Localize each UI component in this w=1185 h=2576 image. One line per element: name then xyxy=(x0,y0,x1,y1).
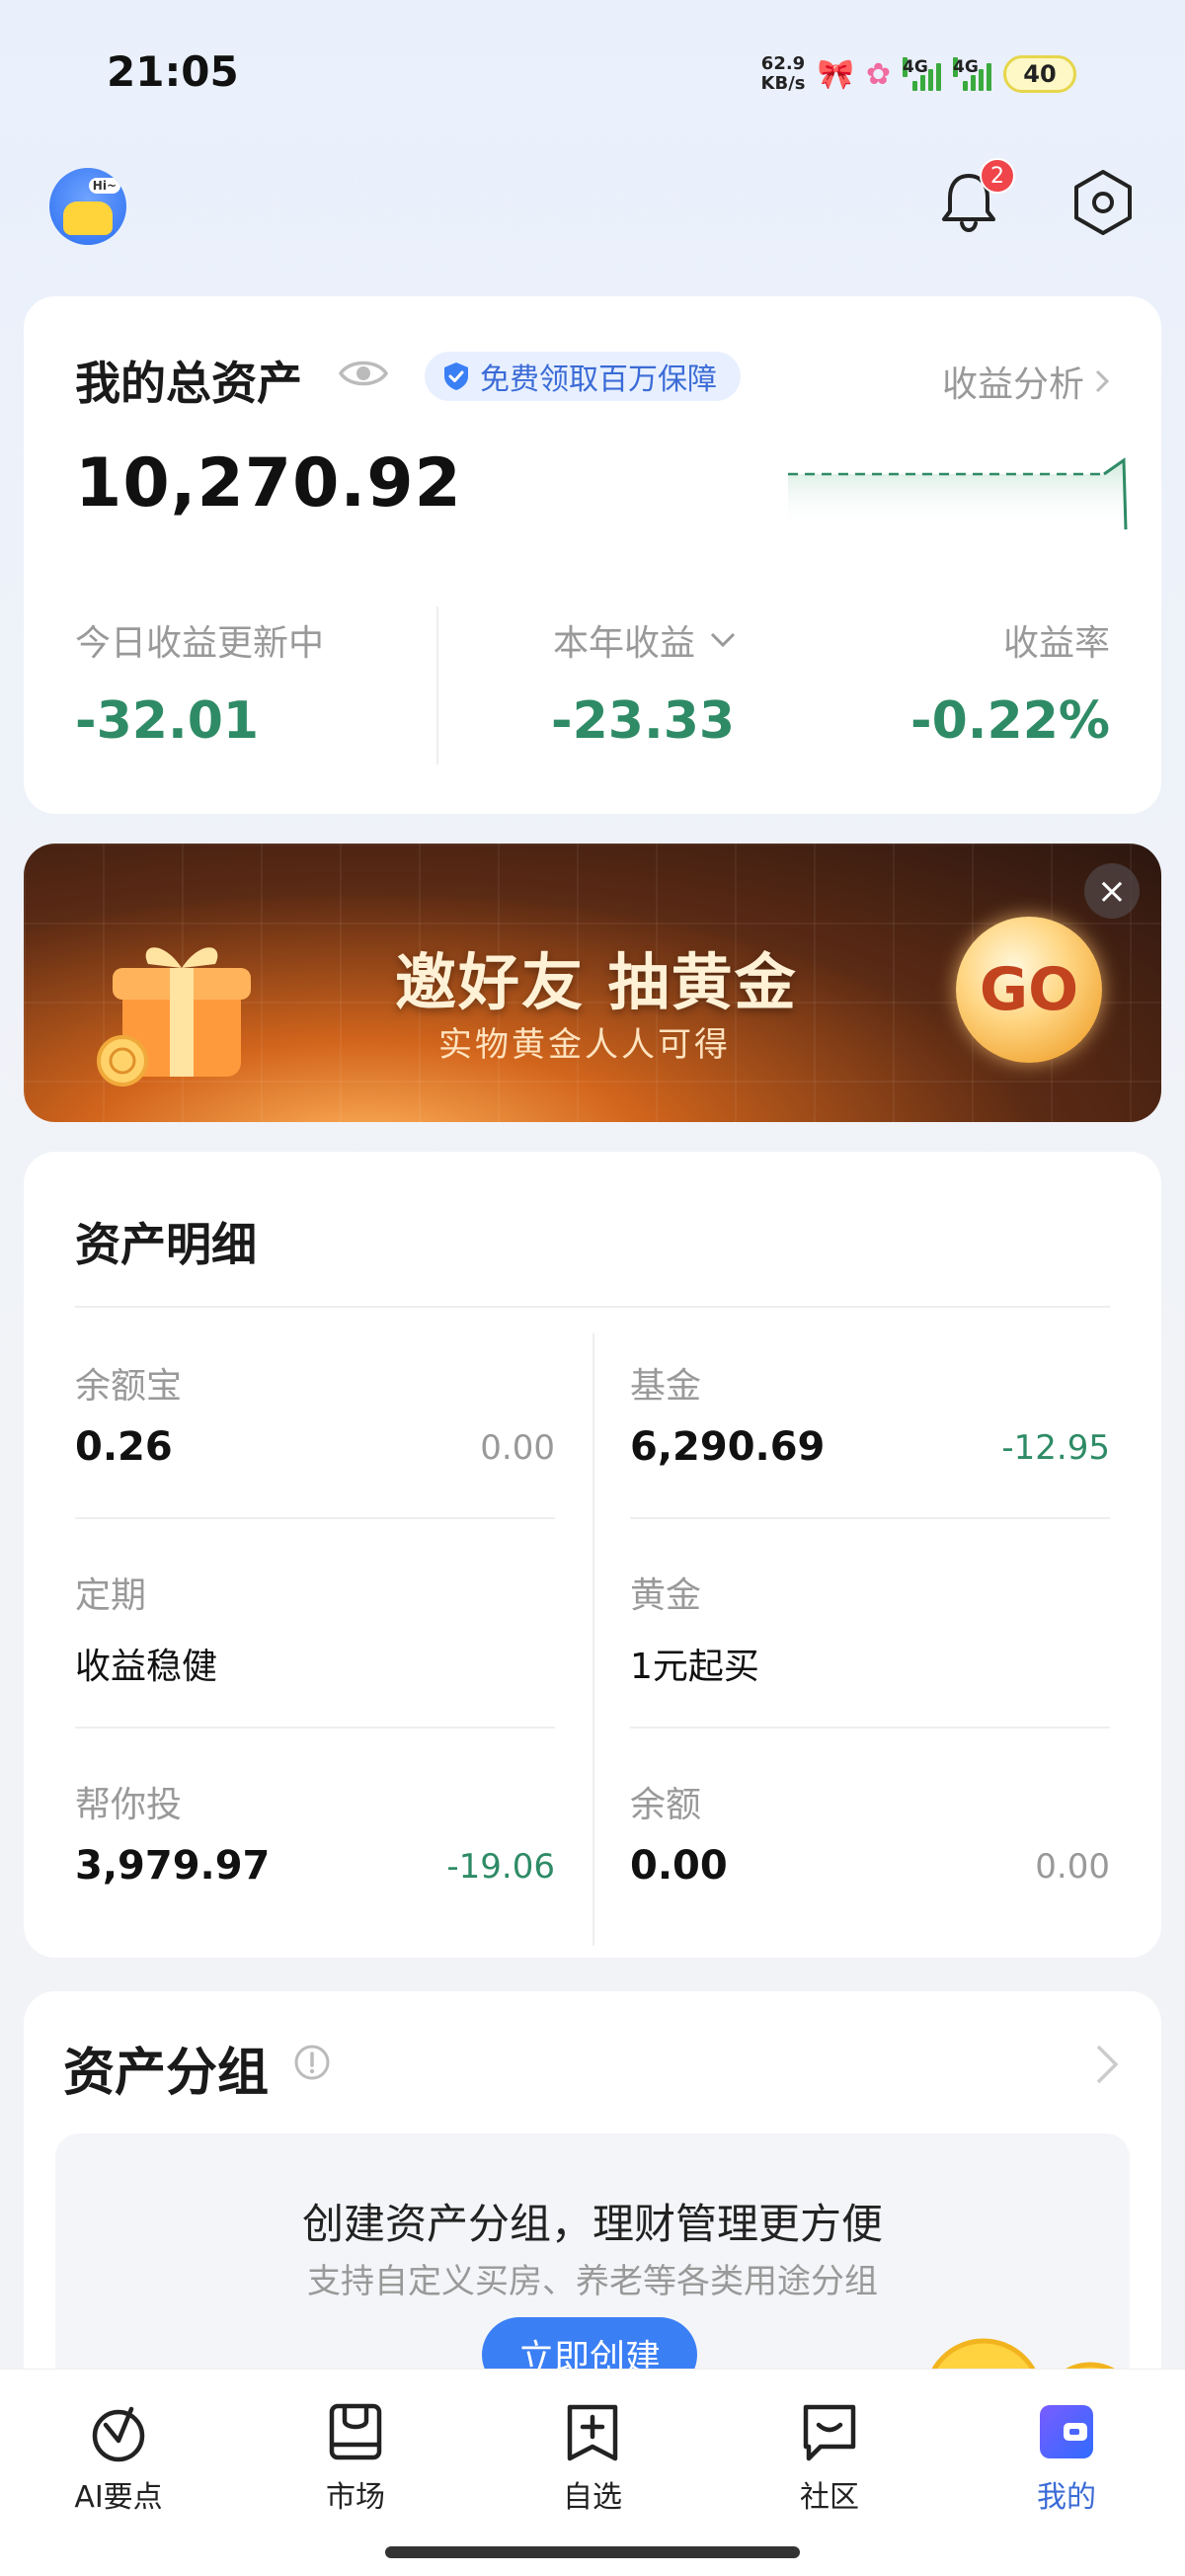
flower-icon: ✿ xyxy=(865,56,891,92)
chevron-right-icon[interactable] xyxy=(1092,2043,1122,2086)
promo-text: 免费领取百万保障 xyxy=(480,362,717,397)
tab-label: 市场 xyxy=(326,2480,385,2515)
avatar-face xyxy=(63,201,113,235)
insurance-promo-pill[interactable]: 免费领取百万保障 xyxy=(425,352,741,401)
community-icon xyxy=(803,2404,856,2461)
asset-item-value: 6,290.69 xyxy=(630,1424,826,1470)
total-assets-value: 10,270.92 xyxy=(75,444,462,523)
today-income-label: 今日收益更新中 xyxy=(75,623,325,664)
signal-label: 4G xyxy=(953,57,979,77)
details-column-divider xyxy=(592,1333,594,1946)
yield-rate-label: 收益率 xyxy=(1002,623,1110,664)
details-divider xyxy=(630,1727,1110,1729)
banner-go-button[interactable]: GO xyxy=(956,917,1102,1063)
tab-label: AI要点 xyxy=(74,2480,163,2515)
signal-icon: 4G xyxy=(953,57,991,91)
income-analysis-link[interactable]: 收益分析 xyxy=(942,356,1110,407)
details-divider xyxy=(75,1727,555,1729)
asset-item-change: 0.00 xyxy=(480,1428,555,1468)
create-group-title: 创建资产分组，理财管理更方便 xyxy=(301,2200,883,2248)
year-income-selector[interactable]: 本年收益 xyxy=(553,614,737,666)
avatar-bubble: Hi~ xyxy=(88,178,120,194)
network-speed-value: 62.9 xyxy=(760,53,806,74)
total-assets-title: 我的总资产 xyxy=(75,357,302,410)
tab-ai-highlights[interactable]: AI要点 xyxy=(40,2399,198,2516)
notification-badge: 2 xyxy=(980,158,1015,194)
asset-groups-title: 资产分组 xyxy=(63,2044,270,2103)
tab-label: 社区 xyxy=(800,2480,859,2515)
eye-icon[interactable] xyxy=(338,354,389,393)
asset-item-label: 定期 xyxy=(75,1575,147,1616)
asset-item-value: 0.00 xyxy=(630,1843,728,1889)
asset-details-title: 资产明细 xyxy=(75,1218,257,1271)
asset-item-gold[interactable]: 黄金 1元起买 xyxy=(630,1523,1110,1732)
ai-icon xyxy=(92,2406,145,2462)
total-assets-card: 我的总资产 免费领取百万保障 收益分析 10,270.92 今日收益更新中 -3… xyxy=(24,296,1161,814)
assets-trend-sparkline xyxy=(788,457,1128,530)
asset-item-help-invest[interactable]: 帮你投 3,979.97 -19.06 xyxy=(75,1732,555,1942)
stats-divider xyxy=(436,606,438,765)
asset-item-change: 0.00 xyxy=(1035,1847,1110,1887)
asset-item-change: -19.06 xyxy=(446,1847,555,1887)
status-time: 21:05 xyxy=(107,47,239,96)
asset-item-label: 余额 xyxy=(630,1785,702,1825)
details-divider xyxy=(75,1306,1110,1308)
tab-label: 我的 xyxy=(1037,2480,1096,2515)
close-icon[interactable]: × xyxy=(1084,863,1140,919)
info-icon[interactable] xyxy=(292,2043,332,2082)
market-icon xyxy=(329,2403,382,2460)
asset-item-value: 1元起买 xyxy=(630,1647,759,1687)
yield-rate-value: -0.22% xyxy=(910,691,1110,751)
invite-friends-banner[interactable]: 邀好友 抽黄金 实物黄金人人可得 GO × xyxy=(24,844,1161,1122)
asset-item-label: 黄金 xyxy=(630,1575,702,1616)
home-indicator xyxy=(385,2546,800,2558)
asset-item-label: 帮你投 xyxy=(75,1785,183,1825)
watchlist-icon xyxy=(567,2404,618,2461)
asset-item-label: 余额宝 xyxy=(75,1366,183,1407)
asset-item-balance[interactable]: 余额 0.00 0.00 xyxy=(630,1732,1110,1942)
asset-item-label: 基金 xyxy=(630,1366,702,1407)
avatar[interactable]: Hi~ xyxy=(49,168,126,245)
chevron-right-icon xyxy=(1095,369,1110,393)
year-income-label: 本年收益 xyxy=(553,623,696,664)
bow-icon: 🎀 xyxy=(817,56,854,92)
details-divider xyxy=(75,1517,555,1519)
asset-item-fund[interactable]: 基金 6,290.69 -12.95 xyxy=(630,1314,1110,1523)
year-income-value: -23.33 xyxy=(551,691,736,751)
asset-item-yuebao[interactable]: 余额宝 0.26 0.00 xyxy=(75,1314,555,1523)
shield-icon xyxy=(444,362,468,390)
asset-item-value: 3,979.97 xyxy=(75,1843,271,1889)
network-speed: 62.9 KB/s xyxy=(761,54,806,94)
chevron-down-icon xyxy=(710,632,736,648)
create-group-subtitle: 支持自定义买房、养老等各类用途分组 xyxy=(307,2262,878,2301)
settings-icon[interactable] xyxy=(1066,166,1140,239)
signal-icon: 4G xyxy=(903,57,941,91)
battery-icon: 40 xyxy=(1003,55,1076,93)
gift-box-icon xyxy=(97,947,251,1087)
tab-mine[interactable]: 我的 xyxy=(988,2399,1146,2516)
status-icons: 62.9 KB/s 🎀 ✿ 4G 4G 40 xyxy=(761,49,1076,99)
income-analysis-label: 收益分析 xyxy=(941,364,1084,405)
network-speed-unit: KB/s xyxy=(760,73,806,94)
asset-item-fixed-term[interactable]: 定期 收益稳健 xyxy=(75,1523,555,1732)
asset-item-value: 收益稳健 xyxy=(75,1647,218,1687)
tab-label: 自选 xyxy=(563,2480,622,2515)
asset-details-card: 资产明细 余额宝 0.26 0.00 基金 6,290.69 -12.95 定期… xyxy=(24,1152,1161,1958)
wallet-icon xyxy=(1040,2405,1093,2458)
tab-community[interactable]: 社区 xyxy=(750,2399,908,2516)
bottom-tab-bar: AI要点 市场 自选 社区 我的 xyxy=(0,2369,1185,2576)
tab-market[interactable]: 市场 xyxy=(276,2399,434,2516)
banner-subtitle: 实物黄金人人可得 xyxy=(438,1025,731,1065)
asset-item-change: -12.95 xyxy=(1001,1428,1110,1468)
asset-item-value: 0.26 xyxy=(75,1424,173,1470)
banner-title: 邀好友 抽黄金 xyxy=(395,946,798,1018)
today-income-value: -32.01 xyxy=(75,691,260,751)
details-divider xyxy=(630,1517,1110,1519)
tab-watchlist[interactable]: 自选 xyxy=(514,2399,672,2516)
signal-label: 4G xyxy=(903,57,928,77)
